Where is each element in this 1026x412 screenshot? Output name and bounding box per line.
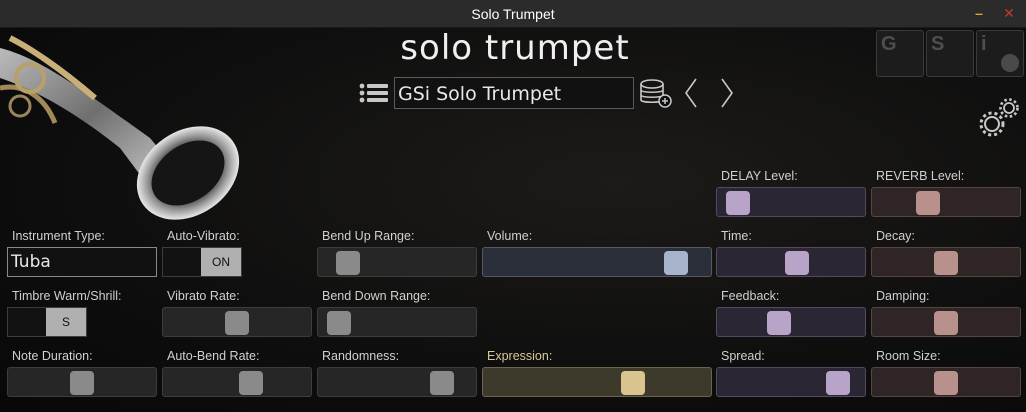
reverb-decay-label: Decay: [876,229,915,243]
close-icon[interactable]: ✕ [1000,4,1018,22]
reverb-damping-slider[interactable] [871,307,1021,337]
expression-slider[interactable] [482,367,712,397]
volume-label: Volume: [487,229,533,243]
expression-label: Expression: [487,349,553,363]
gsi-g-button[interactable]: G [876,30,924,77]
preset-list-icon[interactable] [358,77,390,109]
save-preset-database-icon[interactable] [638,77,674,109]
auto-vibrato-state: ON [201,248,241,276]
slider-thumb[interactable] [934,371,958,395]
slider-thumb[interactable] [225,311,249,335]
title-bar: Solo Trumpet – ✕ [0,0,1026,28]
trumpet-image [0,35,240,220]
slider-thumb[interactable] [826,371,851,395]
delay-level-slider[interactable] [716,187,866,217]
auto-vibrato-label: Auto-Vibrato: [167,229,240,243]
reverb-room-size-label: Room Size: [876,349,941,363]
slider-thumb[interactable] [916,191,941,215]
note-duration-slider[interactable] [7,367,157,397]
randomness-label: Randomness: [322,349,400,363]
vibrato-rate-slider[interactable] [162,307,312,337]
slider-thumb[interactable] [327,311,352,335]
slider-thumb[interactable] [934,311,958,335]
slider-thumb[interactable] [767,311,792,335]
bend-up-range-label: Bend Up Range: [322,229,415,243]
slider-thumb[interactable] [664,251,689,275]
slider-thumb[interactable] [725,191,750,215]
bend-down-range-label: Bend Down Range: [322,289,431,303]
instrument-type-label: Instrument Type: [12,229,105,243]
vibrato-rate-label: Vibrato Rate: [167,289,240,303]
slider-thumb[interactable] [70,371,94,395]
delay-spread-label: Spread: [721,349,765,363]
slider-thumb[interactable] [239,371,264,395]
volume-slider[interactable] [482,247,712,277]
bend-down-range-slider[interactable] [317,307,477,337]
timbre-state: S [46,308,86,336]
delay-feedback-slider[interactable] [716,307,866,337]
reverb-damping-label: Damping: [876,289,930,303]
slider-thumb[interactable] [934,251,958,275]
gear-badge-icon [1001,54,1019,72]
gsi-i-label: i [981,33,987,55]
reverb-room-size-slider[interactable] [871,367,1021,397]
auto-bend-rate-slider[interactable] [162,367,312,397]
timbre-toggle[interactable]: S [7,307,87,337]
slider-thumb[interactable] [620,371,645,395]
randomness-slider[interactable] [317,367,477,397]
gsi-s-button[interactable]: S [926,30,974,77]
note-duration-label: Note Duration: [12,349,93,363]
delay-level-label: DELAY Level: [721,169,798,183]
reverb-level-slider[interactable] [871,187,1021,217]
next-preset-icon[interactable] [716,77,738,109]
delay-feedback-label: Feedback: [721,289,780,303]
settings-gears-icon[interactable] [978,96,1022,138]
auto-bend-rate-label: Auto-Bend Rate: [167,349,260,363]
minimize-icon[interactable]: – [970,4,988,22]
slider-thumb[interactable] [429,371,454,395]
auto-vibrato-toggle[interactable]: ON [162,247,242,277]
timbre-label: Timbre Warm/Shrill: [12,289,122,303]
slider-thumb[interactable] [784,251,809,275]
slider-thumb[interactable] [336,251,361,275]
delay-spread-slider[interactable] [716,367,866,397]
delay-time-label: Time: [721,229,752,243]
bend-up-range-slider[interactable] [317,247,477,277]
reverb-level-label: REVERB Level: [876,169,965,183]
previous-preset-icon[interactable] [680,77,702,109]
instrument-type-field[interactable]: Tuba [7,247,157,277]
app-title: solo trumpet [400,28,630,68]
window-title: Solo Trumpet [471,6,555,22]
preset-name-field[interactable]: GSi Solo Trumpet [394,77,634,109]
reverb-decay-slider[interactable] [871,247,1021,277]
delay-time-slider[interactable] [716,247,866,277]
gsi-i-button[interactable]: i [976,30,1024,77]
